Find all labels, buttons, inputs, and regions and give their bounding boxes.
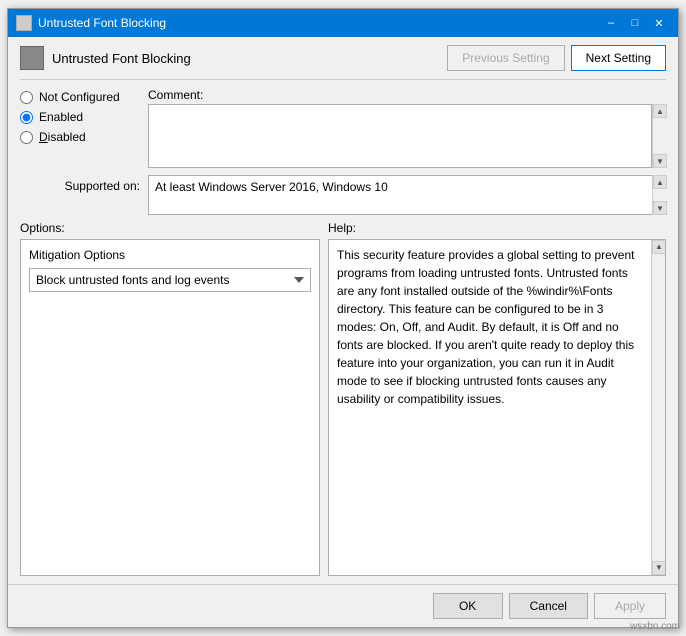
next-setting-button[interactable]: Next Setting xyxy=(571,45,666,71)
radio-disabled[interactable]: Disabled xyxy=(20,130,140,144)
help-scroll-up[interactable]: ▲ xyxy=(652,240,666,254)
scroll-down-arrow[interactable]: ▼ xyxy=(653,154,667,168)
help-scrollbar: ▲ ▼ xyxy=(651,240,665,575)
header-buttons: Previous Setting Next Setting xyxy=(447,45,666,71)
help-panel: This security feature provides a global … xyxy=(328,239,666,576)
options-panel: Mitigation Options Block untrusted fonts… xyxy=(20,239,320,576)
main-window: Untrusted Font Blocking ‒ □ ✕ Untrusted … xyxy=(7,8,679,628)
section-labels: Options: Help: xyxy=(20,221,666,235)
radio-group: Not Configured Enabled Disabled xyxy=(20,88,140,171)
comment-label: Comment: xyxy=(148,88,666,102)
middle-section: Not Configured Enabled Disabled Comment:… xyxy=(20,88,666,171)
comment-scrollbar: ▲ ▼ xyxy=(652,104,666,168)
supported-scroll-down[interactable]: ▼ xyxy=(653,201,667,215)
radio-not-configured-label: Not Configured xyxy=(39,90,120,104)
window-icon xyxy=(16,15,32,31)
cancel-button[interactable]: Cancel xyxy=(509,593,588,619)
footer: OK Cancel Apply xyxy=(8,584,678,627)
close-button[interactable]: ✕ xyxy=(648,13,670,33)
help-text: This security feature provides a global … xyxy=(337,246,657,408)
comment-area: Comment: ▲ ▼ xyxy=(148,88,666,171)
mitigation-dropdown[interactable]: Block untrusted fonts and log events Log… xyxy=(29,268,311,292)
supported-row: Supported on: At least Windows Server 20… xyxy=(20,175,666,215)
supported-scrollbar: ▲ ▼ xyxy=(652,175,666,215)
ok-button[interactable]: OK xyxy=(433,593,503,619)
policy-header-icon xyxy=(20,46,44,70)
watermark: wsxbn.com xyxy=(630,621,680,632)
radio-not-configured[interactable]: Not Configured xyxy=(20,90,140,104)
window-controls: ‒ □ ✕ xyxy=(600,13,670,33)
help-section-label: Help: xyxy=(328,221,666,235)
help-scroll-down[interactable]: ▼ xyxy=(652,561,666,575)
bottom-panels: Mitigation Options Block untrusted fonts… xyxy=(20,239,666,576)
supported-value: At least Windows Server 2016, Windows 10 xyxy=(155,180,388,194)
supported-value-box: At least Windows Server 2016, Windows 10 xyxy=(148,175,666,215)
radio-enabled[interactable]: Enabled xyxy=(20,110,140,124)
apply-button[interactable]: Apply xyxy=(594,593,666,619)
policy-title: Untrusted Font Blocking xyxy=(52,51,447,66)
previous-setting-button[interactable]: Previous Setting xyxy=(447,45,564,71)
radio-not-configured-input[interactable] xyxy=(20,91,33,104)
content-area: Untrusted Font Blocking Previous Setting… xyxy=(8,37,678,584)
window-title: Untrusted Font Blocking xyxy=(38,16,600,30)
options-section-label: Options: xyxy=(20,221,320,235)
supported-scroll-up[interactable]: ▲ xyxy=(653,175,667,189)
minimize-button[interactable]: ‒ xyxy=(600,13,622,33)
mitigation-label: Mitigation Options xyxy=(29,248,311,262)
header-row: Untrusted Font Blocking Previous Setting… xyxy=(20,45,666,80)
comment-textarea[interactable] xyxy=(148,104,652,168)
supported-label: Supported on: xyxy=(20,175,140,193)
radio-disabled-label: Disabled xyxy=(39,130,86,144)
title-bar: Untrusted Font Blocking ‒ □ ✕ xyxy=(8,9,678,37)
radio-enabled-label: Enabled xyxy=(39,110,83,124)
radio-disabled-input[interactable] xyxy=(20,131,33,144)
scroll-up-arrow[interactable]: ▲ xyxy=(653,104,667,118)
radio-enabled-input[interactable] xyxy=(20,111,33,124)
maximize-button[interactable]: □ xyxy=(624,13,646,33)
